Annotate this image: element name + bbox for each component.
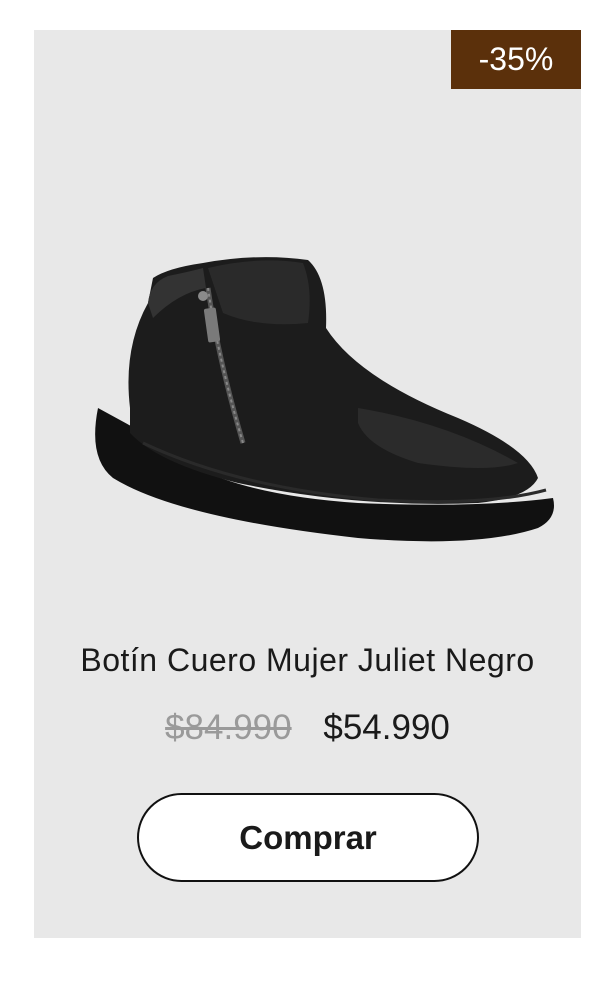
price-row: $84.990 $54.990	[34, 708, 581, 748]
product-image[interactable]	[58, 208, 558, 568]
product-card[interactable]: -35% Botín Cuero Mujer Juliet Negro $84.…	[34, 30, 581, 938]
product-title[interactable]: Botín Cuero Mujer Juliet Negro	[34, 642, 581, 679]
ankle-boot-icon	[95, 257, 554, 542]
sale-price: $54.990	[323, 708, 450, 747]
discount-badge: -35%	[451, 30, 581, 89]
buy-button[interactable]: Comprar	[137, 793, 479, 882]
original-price: $84.990	[165, 708, 292, 747]
